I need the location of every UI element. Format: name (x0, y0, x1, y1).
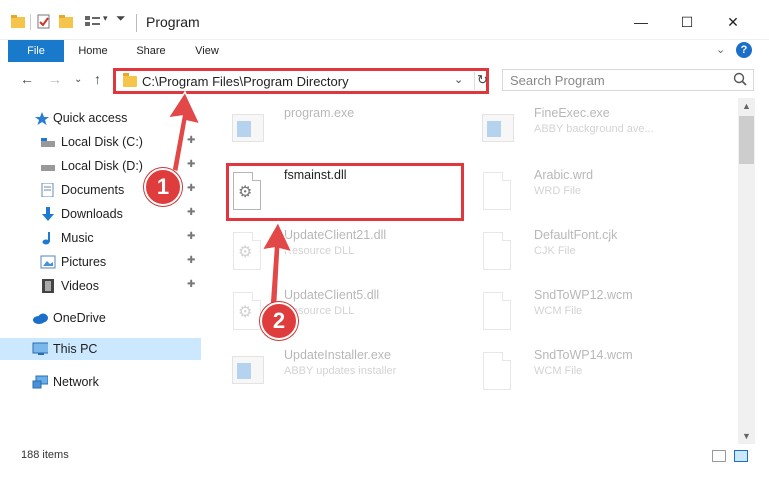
arrow-2 (260, 220, 294, 307)
arrow-1 (166, 90, 202, 173)
annotation-arrows (166, 90, 294, 307)
callout-1: 1 (144, 168, 182, 206)
callout-2: 2 (260, 302, 298, 340)
